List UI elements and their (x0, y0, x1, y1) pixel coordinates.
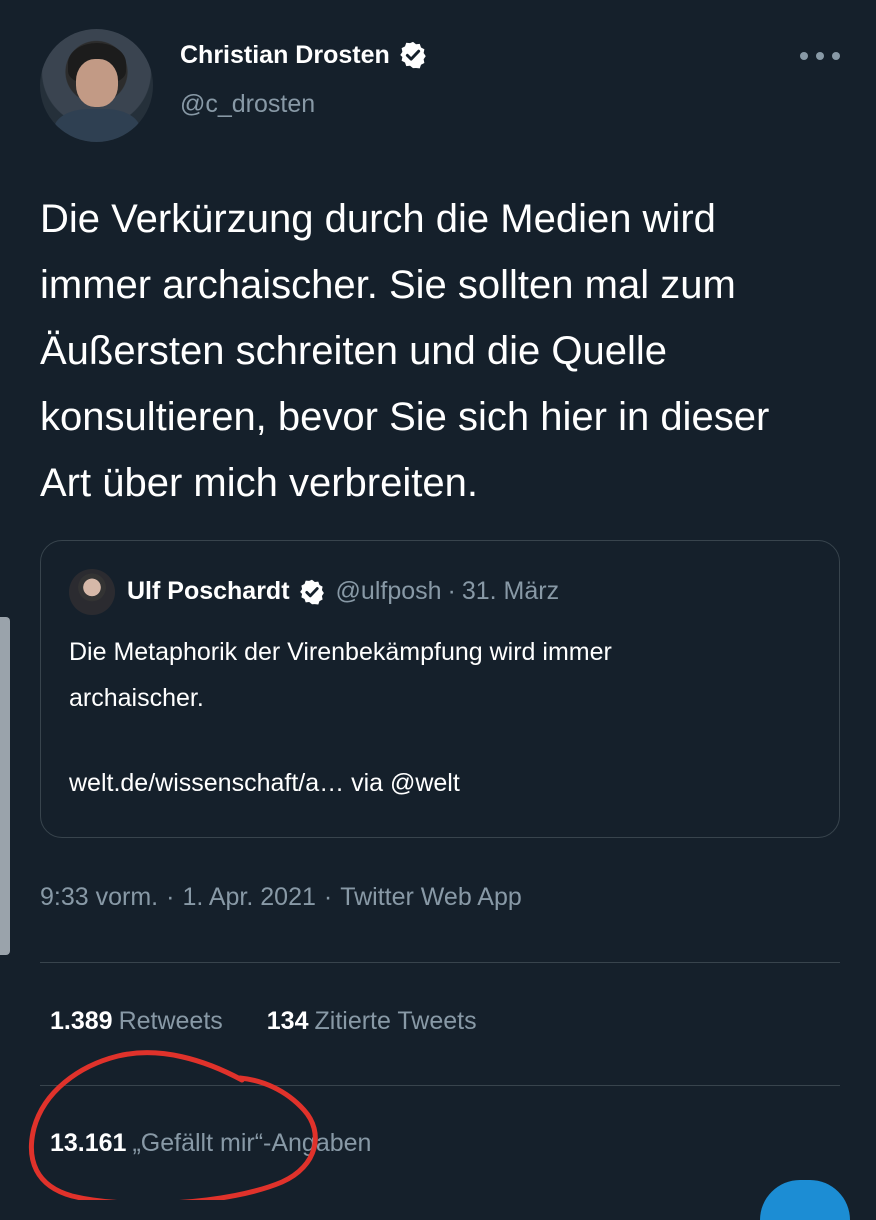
tweet-source[interactable]: Twitter Web App (340, 883, 522, 911)
divider (40, 1085, 840, 1086)
scrollbar[interactable] (0, 617, 10, 955)
more-options-icon[interactable] (800, 44, 840, 68)
author-name-row[interactable]: Christian Drosten (180, 40, 428, 70)
verified-badge-icon (298, 578, 326, 606)
engagement-stats: 1.389 Retweets 134 Zitierte Tweets (50, 1007, 477, 1036)
quoted-tweet-link[interactable]: welt.de/wissenschaft/a… via @welt (69, 769, 460, 798)
compose-button[interactable] (760, 1180, 850, 1220)
likes-label: „Gefällt mir“-Angaben (132, 1129, 372, 1157)
separator-dot: · (166, 883, 175, 911)
verified-badge-icon (398, 40, 428, 70)
quoted-tweet-header: Ulf Poschardt @ulfposh · 31. März (127, 577, 559, 606)
quoted-author-name: Ulf Poschardt (127, 577, 290, 605)
quote-tweets-count: 134 (266, 1007, 309, 1035)
retweets-stat[interactable]: 1.389 Retweets (50, 1007, 223, 1035)
quoted-author-avatar[interactable] (69, 569, 115, 615)
tweet-date[interactable]: 1. Apr. 2021 (182, 883, 315, 911)
author-handle[interactable]: @c_drosten (180, 90, 315, 119)
retweets-label: Retweets (118, 1007, 223, 1035)
author-display-name[interactable]: Christian Drosten (180, 41, 390, 70)
quoted-tweet-card[interactable]: Ulf Poschardt @ulfposh · 31. März Die Me… (40, 540, 840, 838)
divider (40, 962, 840, 963)
likes-count: 13.161 (50, 1129, 127, 1157)
quoted-author-handle: @ulfposh (335, 577, 442, 605)
quoted-tweet-date: 31. März (461, 577, 560, 605)
author-avatar[interactable] (40, 29, 153, 142)
quote-tweets-stat[interactable]: 134 Zitierte Tweets (267, 1007, 477, 1035)
tweet-text: Die Verkürzung durch die Medien wird imm… (40, 197, 770, 505)
tweet-time[interactable]: 9:33 vorm. (40, 883, 158, 911)
likes-stat[interactable]: 13.161 „Gefällt mir“-Angaben (50, 1129, 371, 1158)
quoted-tweet-text: Die Metaphorik der Virenbekämpfung wird … (69, 638, 612, 712)
separator-dot: · (447, 577, 456, 605)
tweet-metadata: 9:33 vorm. · 1. Apr. 2021 · Twitter Web App (40, 883, 522, 912)
separator-dot: · (323, 883, 333, 911)
retweets-count: 1.389 (50, 1007, 113, 1035)
quote-tweets-label: Zitierte Tweets (314, 1007, 477, 1035)
